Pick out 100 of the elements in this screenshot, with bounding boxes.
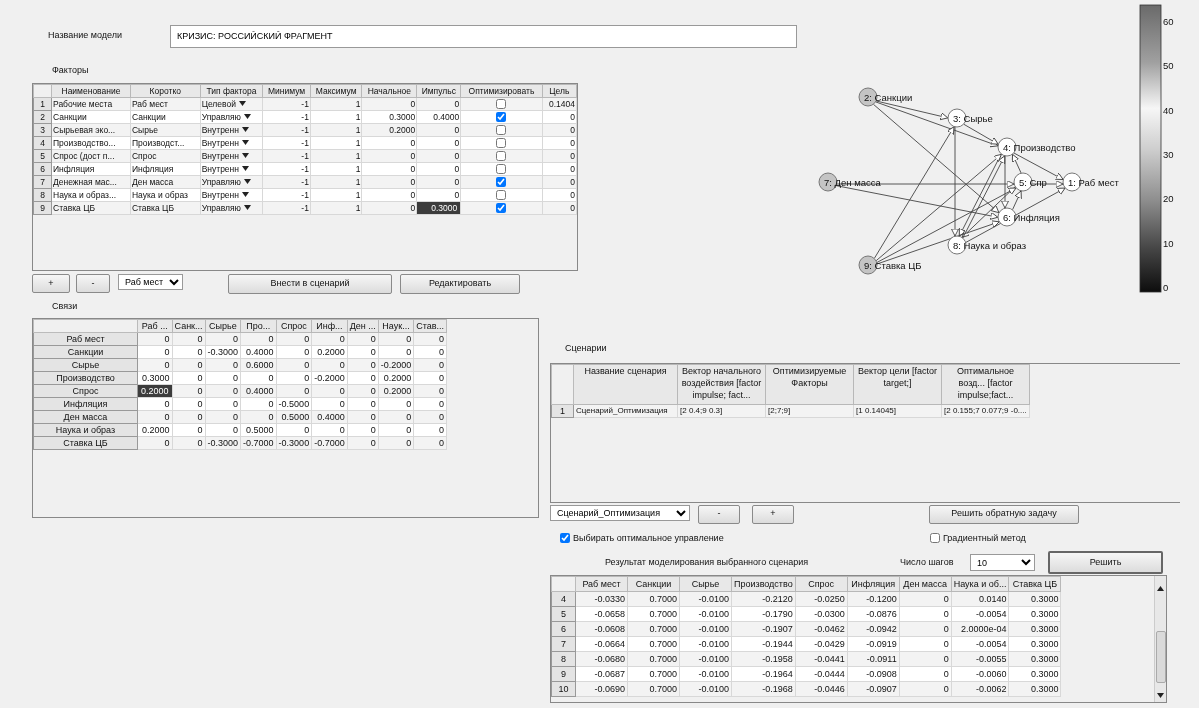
table-cell: 0: [378, 423, 414, 436]
column-header[interactable]: Название сценария: [573, 364, 678, 404]
column-header[interactable]: Цель: [542, 84, 577, 97]
table-cell: 0.3000: [1008, 606, 1061, 622]
table-cell: -0.0658: [575, 606, 628, 622]
checkbox-label[interactable]: Градиентный метод: [943, 531, 1026, 545]
checkbox[interactable]: [496, 99, 507, 110]
column-header[interactable]: Вектор начального воздействия [factor impulse; fact...: [677, 364, 766, 404]
column-header[interactable]: Наук...: [378, 319, 414, 332]
table-cell: 0: [899, 606, 952, 622]
table-cell: 1: [310, 162, 362, 175]
column-header[interactable]: Коротко: [130, 84, 201, 97]
caret-icon: [244, 114, 251, 119]
table-cell: 0.4000: [240, 345, 277, 358]
table-cell: 0: [172, 397, 206, 410]
table-cell: Производст...: [130, 136, 201, 149]
column-header[interactable]: Импульс: [416, 84, 461, 97]
table-cell: -0.0664: [575, 636, 628, 652]
factor-select[interactable]: Раб мест: [118, 273, 183, 290]
table-cell: 0: [361, 188, 417, 201]
table-cell: -0.2000: [311, 371, 348, 384]
remove-button[interactable]: -: [698, 504, 740, 524]
column-header[interactable]: Наука и об...: [951, 576, 1009, 592]
column-header[interactable]: Оптимальное возд... [factor impulse;fact...: [941, 364, 1030, 404]
table-cell: 1: [310, 136, 362, 149]
table-cell: 0: [416, 188, 461, 201]
table-cell: -1: [262, 162, 311, 175]
table-cell: 0.3000: [1008, 666, 1061, 682]
column-header[interactable]: Оптимизируемые Факторы: [765, 364, 854, 404]
scrollbar[interactable]: [1154, 576, 1166, 702]
column-header[interactable]: Ден ...: [347, 319, 379, 332]
table-cell: 0: [172, 423, 206, 436]
node-label: 6: Инфляция: [1003, 211, 1060, 223]
checkbox[interactable]: [560, 533, 570, 544]
table-cell: 0: [172, 371, 206, 384]
checkbox[interactable]: [496, 164, 507, 175]
column-header[interactable]: Сырье: [205, 319, 241, 332]
table-cell: 0: [542, 110, 577, 123]
table-cell: 0: [137, 345, 173, 358]
model-name-field[interactable]: КРИЗИС: РОССИЙСКИЙ ФРАГМЕНТ: [169, 24, 797, 48]
scroll-down-icon: [1157, 693, 1164, 698]
add-to-scenario-button[interactable]: Внести в сценарий: [228, 273, 392, 294]
add-button[interactable]: +: [32, 274, 70, 293]
table-cell: -0.0060: [951, 666, 1009, 682]
table-cell: Наука и образ...: [51, 188, 131, 201]
column-header[interactable]: Вектор цели [factor target;]: [853, 364, 942, 404]
column-header[interactable]: Спрос: [276, 319, 312, 332]
add-button[interactable]: +: [752, 504, 794, 524]
column-header[interactable]: Инф...: [311, 319, 348, 332]
column-header[interactable]: Тип фактора: [200, 84, 263, 97]
table-cell: 0.3000: [137, 371, 173, 384]
remove-button[interactable]: -: [76, 274, 110, 293]
column-header[interactable]: Раб мест: [575, 576, 628, 592]
column-header[interactable]: Ставка ЦБ: [1008, 576, 1061, 592]
checkbox[interactable]: [496, 190, 507, 201]
column-header[interactable]: Минимум: [262, 84, 311, 97]
table-cell: 0: [347, 345, 379, 358]
table-cell: -0.0054: [951, 606, 1009, 622]
node-label: 2: Санкции: [864, 91, 913, 103]
solve-inverse-button[interactable]: Решить обратную задачу: [929, 504, 1079, 524]
column-header[interactable]: Инфляция: [847, 576, 900, 592]
table-cell: Санкции: [51, 110, 131, 123]
solve-button[interactable]: Решить: [1048, 551, 1163, 574]
table-cell: Производство...: [51, 136, 131, 149]
edit-button[interactable]: Редактировать: [400, 273, 520, 294]
column-header[interactable]: Наименование: [51, 84, 131, 97]
section-label: Факторы: [52, 64, 89, 77]
field-label: Название модели: [48, 29, 122, 43]
checkbox[interactable]: [496, 125, 507, 136]
checkbox[interactable]: [496, 203, 507, 214]
checkbox[interactable]: [496, 138, 507, 149]
caret-icon: [244, 205, 251, 210]
scenario-select[interactable]: Сценарий_Оптимизация: [550, 504, 690, 521]
checkbox[interactable]: [496, 151, 507, 162]
column-header[interactable]: Став...: [413, 319, 447, 332]
tick-label: 10: [1163, 237, 1174, 249]
column-header[interactable]: Сырье: [679, 576, 732, 592]
table-cell: 0: [542, 136, 577, 149]
column-header[interactable]: Ден масса: [899, 576, 952, 592]
column-header[interactable]: Начальное: [361, 84, 417, 97]
table-cell: Инфляция: [51, 162, 131, 175]
column-header[interactable]: Производство: [731, 576, 796, 592]
tick-label: 40: [1163, 104, 1174, 116]
table-cell: 0: [361, 136, 417, 149]
column-header[interactable]: Про...: [240, 319, 277, 332]
checkbox[interactable]: [496, 112, 507, 123]
steps-select[interactable]: 10: [970, 554, 1035, 571]
column-header[interactable]: Санк...: [172, 319, 206, 332]
column-header[interactable]: Оптимизировать: [460, 84, 543, 97]
checkbox[interactable]: [930, 533, 940, 544]
table-cell: -0.1964: [731, 666, 796, 682]
table-cell: 0: [542, 188, 577, 201]
scroll-thumb[interactable]: [1155, 631, 1166, 683]
column-header[interactable]: Санкции: [627, 576, 680, 592]
checkbox[interactable]: [496, 177, 507, 188]
checkbox-label[interactable]: Выбирать оптимальное управление: [573, 531, 724, 545]
table-cell: -0.0100: [679, 666, 732, 682]
column-header[interactable]: Спрос: [795, 576, 848, 592]
column-header[interactable]: Максимум: [310, 84, 362, 97]
column-header[interactable]: Раб ...: [137, 319, 173, 332]
